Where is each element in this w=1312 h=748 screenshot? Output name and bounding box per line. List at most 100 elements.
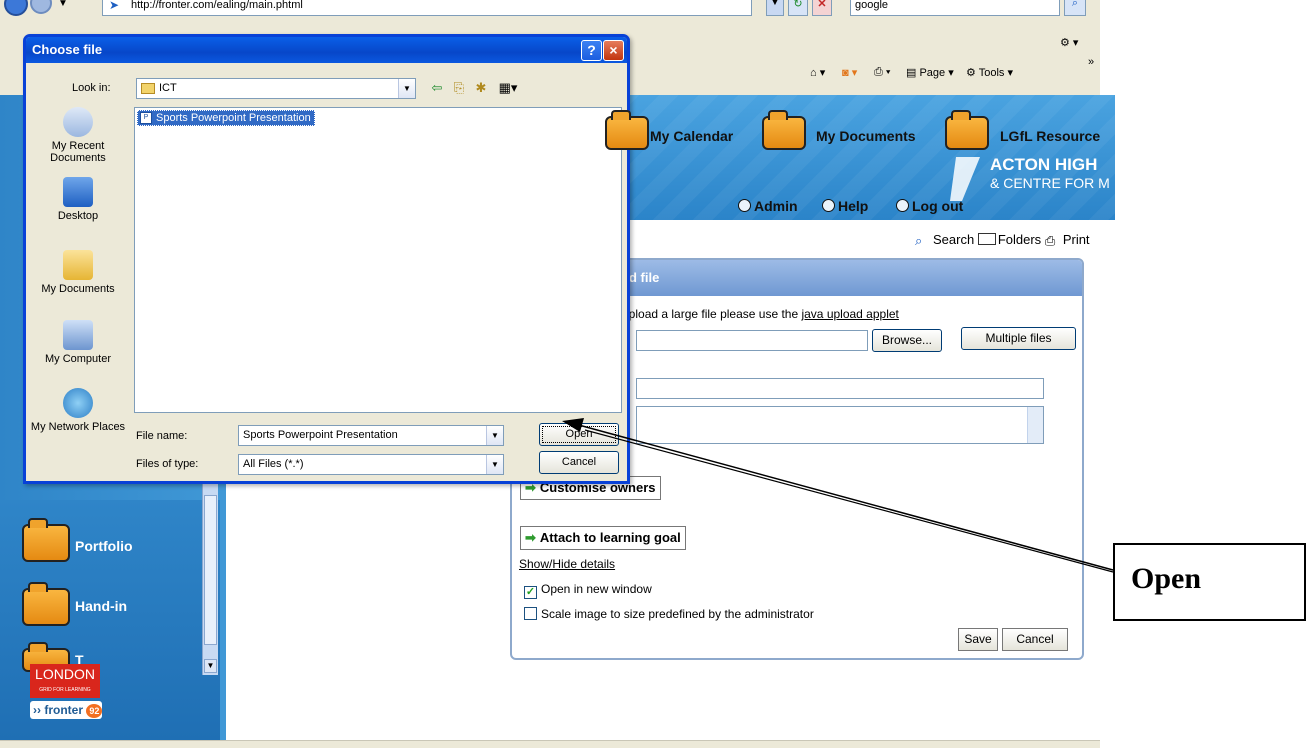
lgfl-folder-icon[interactable] xyxy=(945,110,989,150)
search-text: google xyxy=(855,0,889,11)
scroll-thumb[interactable] xyxy=(204,495,217,645)
my-calendar-link[interactable]: My Calendar xyxy=(650,128,733,144)
chevron-down-icon[interactable]: ▼ xyxy=(486,426,503,445)
admin-radio-icon xyxy=(738,199,751,212)
portfolio-folder-icon[interactable] xyxy=(22,518,70,562)
place-label: My Recent Documents xyxy=(50,140,106,164)
logout-label: Log out xyxy=(912,198,964,214)
place-label: My Documents xyxy=(41,283,115,295)
home-icon[interactable]: ⌂ ▾ xyxy=(810,66,825,79)
attach-goal-label: Attach to learning goal xyxy=(539,530,681,545)
scale-image-checkbox[interactable] xyxy=(524,607,537,620)
file-list[interactable]: P Sports Powerpoint Presentation xyxy=(134,107,622,413)
close-icon[interactable]: × xyxy=(603,40,624,61)
school-logo: ACTON HIGH & CENTRE FOR M xyxy=(950,155,1120,205)
file-name-input[interactable]: Sports Powerpoint Presentation ▼ xyxy=(238,425,504,446)
look-in-select[interactable]: ICT ▼ xyxy=(136,78,416,99)
printer-icon: ⎙ xyxy=(1044,233,1056,248)
utility-links: ⌕ Search Folders ⎙ Print xyxy=(915,232,1090,248)
help-link[interactable]: Help xyxy=(822,198,868,214)
address-bar[interactable]: ➤ http://fronter.com/ealing/main.phtml xyxy=(102,0,752,16)
open-new-window-option[interactable]: ✓ Open in new window xyxy=(524,582,652,599)
view-menu-icon[interactable]: ▦▾ xyxy=(494,80,522,96)
documents-folder-icon[interactable] xyxy=(762,110,806,150)
address-dropdown-icon[interactable]: ▼ xyxy=(766,0,784,16)
file-name-label: File name: xyxy=(136,430,188,442)
print-toolbar-icon[interactable]: ⎙ ▾ xyxy=(874,66,890,79)
place-my-recent-documents[interactable]: My Recent Documents xyxy=(28,107,128,164)
chevron-down-icon[interactable]: ▼ xyxy=(486,455,503,474)
place-my-network-places[interactable]: My Network Places xyxy=(28,388,128,433)
lgfl-resource-link[interactable]: LGfL Resource xyxy=(1000,128,1100,144)
refresh-icon[interactable]: ↻ xyxy=(788,0,808,16)
description-textarea[interactable] xyxy=(636,406,1044,444)
open-button[interactable]: Open xyxy=(539,423,619,446)
java-upload-link[interactable]: java upload applet xyxy=(801,307,898,321)
portfolio-link[interactable]: Portfolio xyxy=(75,538,133,554)
logout-radio-icon xyxy=(896,199,909,212)
history-dropdown-icon[interactable]: ▼ xyxy=(58,0,68,9)
handin-folder-icon[interactable] xyxy=(22,582,70,626)
fronter-logo-text: fronter xyxy=(44,703,83,717)
magnifier-icon: ⌕ xyxy=(915,233,923,248)
tools-menu[interactable]: ⚙ Tools ▾ xyxy=(966,66,1013,79)
my-documents-link[interactable]: My Documents xyxy=(816,128,916,144)
show-hide-link[interactable]: Show/Hide details xyxy=(519,557,615,571)
folders-link[interactable]: Folders xyxy=(977,232,1041,247)
chevron-down-icon[interactable]: ▼ xyxy=(398,79,415,98)
address-text: http://fronter.com/ealing/main.phtml xyxy=(131,0,303,11)
help-icon[interactable]: ? xyxy=(581,40,602,61)
place-desktop[interactable]: Desktop xyxy=(28,177,128,222)
choose-file-dialog: Choose file ? × Look in: ICT ▼ ⇦ ⎘ ✱ ▦▾ … xyxy=(23,34,630,484)
files-of-type-value: All Files (*.*) xyxy=(243,458,304,470)
folder-icon xyxy=(977,233,996,245)
open-new-window-checkbox[interactable]: ✓ xyxy=(524,586,537,599)
save-button[interactable]: Save xyxy=(958,628,998,651)
london-grid-logo: LONDON GRID FOR LEARNING xyxy=(30,664,100,698)
textarea-scrollbar[interactable] xyxy=(1027,407,1043,443)
admin-link[interactable]: Admin xyxy=(738,198,798,214)
powerpoint-file-icon: P xyxy=(140,112,152,124)
dialog-titlebar[interactable]: Choose file ? × xyxy=(26,37,627,63)
dialog-cancel-button[interactable]: Cancel xyxy=(539,451,619,474)
back-arrow-icon[interactable]: ⇦ xyxy=(428,80,446,96)
title-input[interactable] xyxy=(636,378,1044,399)
page-icon: ➤ xyxy=(109,0,120,12)
browser-search-input[interactable]: google xyxy=(850,0,1060,16)
file-path-input[interactable] xyxy=(636,330,868,351)
print-link[interactable]: ⎙ Print xyxy=(1044,232,1090,248)
attach-goal-button[interactable]: ➡ Attach to learning goal xyxy=(520,526,686,550)
multiple-files-button[interactable]: Multiple files xyxy=(961,327,1076,350)
feeds-icon[interactable]: ◙ ▾ xyxy=(842,66,857,79)
search-link[interactable]: ⌕ Search xyxy=(915,232,974,248)
command-bar: ⌂ ▾ ◙ ▾ ⎙ ▾ ▤ Page ▾ ⚙ Tools ▾ » xyxy=(600,56,1100,92)
search-icon[interactable]: ⌕ xyxy=(1064,0,1086,16)
place-label: My Network Places xyxy=(30,421,126,433)
chevron-icon[interactable]: » xyxy=(1088,56,1094,68)
scale-image-option[interactable]: Scale image to size predefined by the ad… xyxy=(524,607,814,621)
file-item[interactable]: P Sports Powerpoint Presentation xyxy=(137,110,315,126)
logout-link[interactable]: Log out xyxy=(896,198,963,214)
calendar-folder-icon[interactable] xyxy=(605,110,649,150)
desktop-icon xyxy=(63,177,93,207)
stop-icon[interactable]: ✕ xyxy=(812,0,832,16)
java-upload-hint: upload a large file please use the java … xyxy=(622,307,899,321)
up-folder-icon[interactable]: ⎘ xyxy=(450,80,468,96)
java-upload-prefix: upload a large file please use the xyxy=(622,307,802,321)
handin-link[interactable]: Hand-in xyxy=(75,598,127,614)
print-link-label: Print xyxy=(1062,232,1090,247)
browse-button[interactable]: Browse... xyxy=(872,329,942,352)
scroll-down-icon[interactable]: ▼ xyxy=(204,659,217,673)
tools-menu-icon[interactable]: ⚙ ▾ xyxy=(1060,36,1078,49)
page-menu[interactable]: ▤ Page ▾ xyxy=(906,66,954,79)
files-of-type-select[interactable]: All Files (*.*) ▼ xyxy=(238,454,504,475)
place-my-documents[interactable]: My Documents xyxy=(28,250,128,295)
place-my-computer[interactable]: My Computer xyxy=(28,320,128,365)
school-name: ACTON HIGH xyxy=(990,155,1098,174)
panel-cancel-button[interactable]: Cancel xyxy=(1002,628,1068,651)
files-of-type-label: Files of type: xyxy=(136,458,199,470)
place-label: Desktop xyxy=(57,210,99,222)
file-item-label: Sports Powerpoint Presentation xyxy=(156,112,311,124)
arrow-right-icon: ➡ xyxy=(525,530,536,545)
new-folder-icon[interactable]: ✱ xyxy=(472,80,490,96)
